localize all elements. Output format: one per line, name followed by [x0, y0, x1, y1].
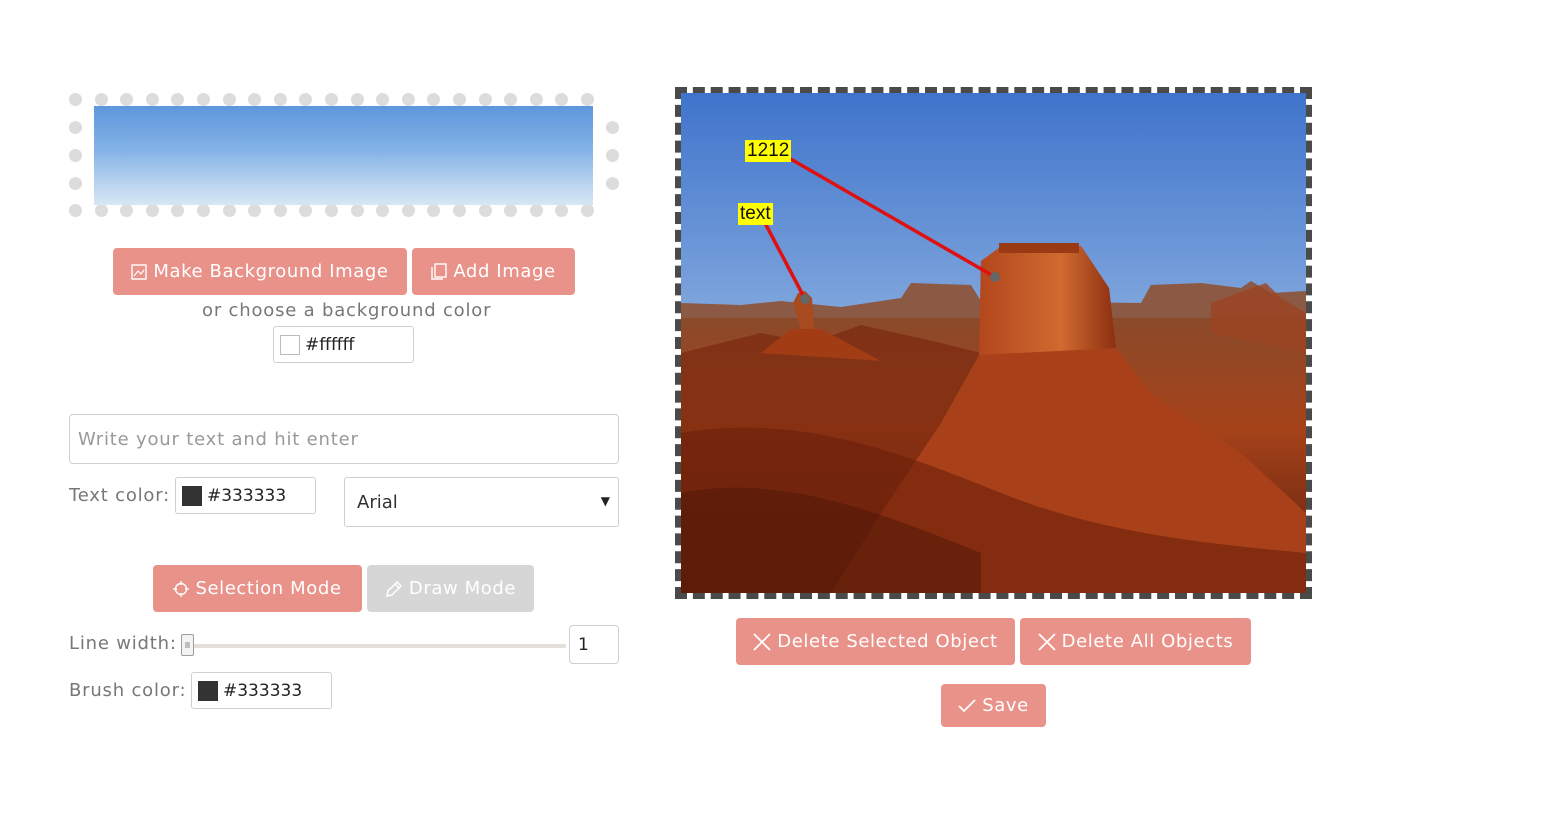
border-dot — [120, 93, 134, 106]
brush-color-swatch — [198, 680, 218, 701]
background-color-picker[interactable]: #ffffff — [273, 326, 414, 363]
brush-color-label: Brush color: — [69, 680, 187, 701]
border-dot — [299, 93, 313, 106]
delete-selected-object-label: Delete Selected Object — [777, 631, 998, 652]
draw-mode-button[interactable]: Draw Mode — [367, 565, 534, 612]
canvas-background-image — [681, 93, 1306, 593]
add-image-label: Add Image — [453, 261, 556, 282]
border-dot — [69, 121, 82, 134]
text-color-picker[interactable]: #333333 — [175, 477, 316, 514]
border-dot — [529, 204, 543, 217]
border-dot — [94, 93, 108, 106]
dropdown-caret-icon: ▼ — [600, 494, 610, 508]
border-dot — [197, 204, 210, 217]
border-dot — [453, 93, 466, 106]
border-dot — [145, 93, 159, 106]
border-dot — [222, 93, 236, 106]
check-icon — [958, 698, 976, 712]
border-dot — [171, 93, 185, 106]
text-color-swatch — [182, 485, 202, 506]
border-dot — [94, 204, 108, 217]
font-select[interactable]: Arial ▼ — [344, 477, 619, 527]
border-dot — [350, 204, 364, 217]
line-width-value: 1 — [578, 634, 589, 655]
annotation-anchor[interactable] — [990, 272, 1000, 282]
copy-icon — [431, 263, 448, 280]
background-color-value: #ffffff — [305, 334, 355, 355]
draw-mode-label: Draw Mode — [408, 578, 517, 599]
border-dot — [606, 149, 619, 162]
image-icon — [131, 263, 148, 280]
border-dot — [273, 204, 287, 217]
brush-color-picker[interactable]: #333333 — [191, 672, 332, 709]
selection-mode-button[interactable]: Selection Mode — [153, 565, 362, 612]
border-dot — [401, 93, 415, 106]
border-dot — [248, 204, 262, 217]
background-color-swatch — [280, 334, 300, 355]
close-icon — [1038, 632, 1056, 651]
border-dot — [478, 93, 492, 106]
border-dot — [197, 93, 210, 106]
border-dot — [427, 93, 441, 106]
border-dot — [325, 204, 338, 217]
thumbnail-image[interactable] — [94, 106, 593, 205]
make-background-image-button[interactable]: Make Background Image — [113, 248, 407, 295]
line-width-slider-handle[interactable] — [181, 634, 194, 656]
border-dot — [606, 121, 619, 134]
make-background-image-label: Make Background Image — [153, 261, 389, 282]
line-width-slider-track[interactable] — [181, 644, 566, 648]
brush-color-value: #333333 — [223, 680, 303, 701]
border-dot — [273, 93, 287, 106]
text-color-label: Text color: — [69, 485, 170, 506]
border-dot — [606, 177, 619, 190]
font-select-value: Arial — [357, 491, 398, 513]
text-color-value: #333333 — [207, 485, 287, 506]
drawing-canvas[interactable]: 1212 text — [675, 87, 1312, 599]
annotation-anchor[interactable] — [800, 294, 810, 304]
border-dot — [69, 93, 82, 106]
border-dot — [401, 204, 415, 217]
border-dot — [69, 204, 82, 217]
border-dot — [171, 204, 185, 217]
save-label: Save — [982, 695, 1029, 716]
selection-mode-label: Selection Mode — [195, 578, 342, 599]
crosshair-icon — [173, 580, 190, 597]
border-dot — [299, 204, 313, 217]
grip-icon — [185, 642, 190, 648]
line-width-label: Line width: — [69, 633, 177, 654]
pencil-icon — [385, 580, 402, 597]
border-dot — [222, 204, 236, 217]
delete-selected-object-button[interactable]: Delete Selected Object — [736, 618, 1015, 665]
delete-all-objects-label: Delete All Objects — [1061, 631, 1234, 652]
border-dot — [145, 204, 159, 217]
background-color-hint: or choose a background color — [202, 300, 492, 321]
border-dot — [478, 204, 492, 217]
border-dot — [120, 204, 134, 217]
border-dot — [555, 204, 569, 217]
border-dot — [69, 149, 82, 162]
border-dot — [248, 93, 262, 106]
border-dot — [581, 93, 594, 106]
border-dot — [581, 204, 594, 217]
border-dot — [376, 93, 390, 106]
border-dot — [325, 93, 338, 106]
border-dot — [69, 177, 82, 190]
border-dot — [427, 204, 441, 217]
save-button[interactable]: Save — [941, 684, 1046, 727]
border-dot — [453, 204, 466, 217]
annotation-label[interactable]: text — [738, 203, 773, 225]
border-dot — [529, 93, 543, 106]
line-width-input[interactable]: 1 — [569, 625, 619, 664]
border-dot — [350, 93, 364, 106]
border-dot — [504, 93, 518, 106]
border-dot — [376, 204, 390, 217]
delete-all-objects-button[interactable]: Delete All Objects — [1020, 618, 1251, 665]
border-dot — [555, 93, 569, 106]
annotation-label[interactable]: 1212 — [745, 140, 792, 162]
border-dot — [504, 204, 518, 217]
close-icon — [753, 632, 771, 651]
add-image-button[interactable]: Add Image — [412, 248, 575, 295]
text-input[interactable] — [69, 414, 619, 464]
